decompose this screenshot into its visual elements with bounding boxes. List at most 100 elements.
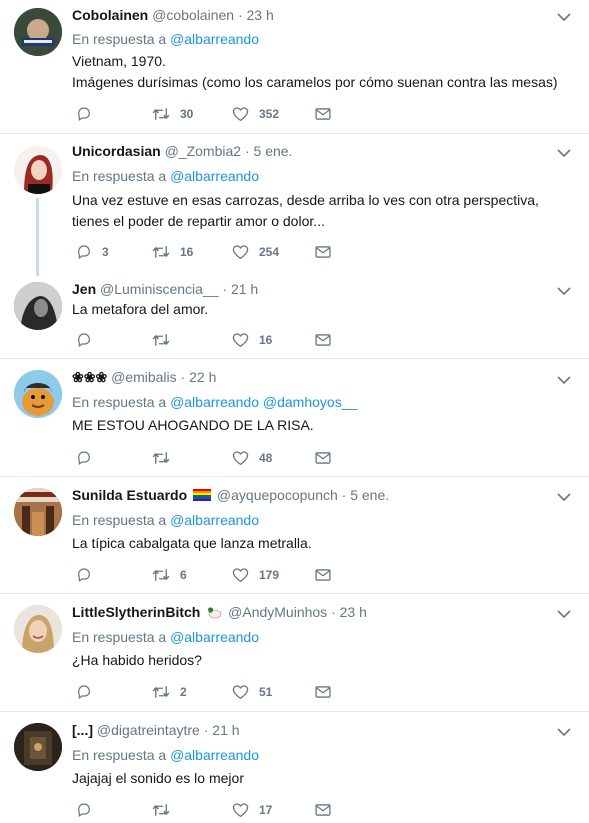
retweet-button[interactable]: 16 xyxy=(152,242,193,262)
display-name[interactable]: Sunilda Estuardo xyxy=(72,487,187,503)
mention-link[interactable]: @albarreando xyxy=(170,394,259,410)
avatar[interactable] xyxy=(14,370,62,418)
direct-message-button[interactable] xyxy=(315,448,331,468)
direct-message-button[interactable] xyxy=(315,682,331,702)
retweet-count: 16 xyxy=(180,245,194,259)
tweet-text: Vietnam, 1970. Imágenes durísimas (como … xyxy=(72,51,558,93)
chevron-down-icon[interactable] xyxy=(557,492,571,502)
retweet-icon xyxy=(152,569,170,581)
username[interactable]: @Luminiscencia__ xyxy=(100,281,219,297)
retweet-button[interactable]: 30 xyxy=(152,104,193,124)
username[interactable]: @emibalis xyxy=(111,369,177,385)
reply-button[interactable] xyxy=(76,565,102,585)
display-name[interactable]: ❀❀❀ xyxy=(72,369,107,385)
tweet-text-line: Vietnam, 1970. xyxy=(72,53,166,69)
reply-button[interactable] xyxy=(76,448,102,468)
timestamp[interactable]: 23 h xyxy=(247,7,274,23)
mention-link[interactable]: @albarreando xyxy=(170,168,259,184)
mention-link[interactable]: @albarreando xyxy=(170,629,259,645)
avatar[interactable] xyxy=(14,282,62,330)
display-name[interactable]: Unicordasian xyxy=(72,143,161,159)
mention-link[interactable]: @albarreando xyxy=(170,31,259,47)
like-count: 48 xyxy=(259,451,273,465)
display-name[interactable]: Jen xyxy=(72,281,96,297)
tweet-jen[interactable]: Jen @Luminiscencia__ · 21 h La metafora … xyxy=(0,274,589,358)
reply-button[interactable] xyxy=(76,682,102,702)
username[interactable]: @_Zombia2 xyxy=(165,143,241,159)
reply-icon xyxy=(78,803,90,817)
tweet-cobolainen[interactable]: Cobolainen @cobolainen · 23 h En respues… xyxy=(0,0,589,133)
reply-icon xyxy=(78,333,90,347)
reply-button[interactable] xyxy=(76,330,102,350)
mention-link[interactable]: @albarreando xyxy=(170,512,259,528)
tweet-text-line: tienes el poder de repartir amor o dolor… xyxy=(72,213,325,229)
chevron-down-icon[interactable] xyxy=(557,727,571,737)
retweet-button[interactable]: 6 xyxy=(152,565,187,585)
like-button[interactable]: 17 xyxy=(232,800,272,820)
chevron-down-icon[interactable] xyxy=(557,148,571,158)
reply-icon xyxy=(78,245,90,259)
username[interactable]: @AndyMuinhos xyxy=(228,604,327,620)
avatar[interactable] xyxy=(14,723,62,771)
timestamp[interactable]: 21 h xyxy=(212,722,239,738)
like-button[interactable]: 179 xyxy=(232,565,279,585)
chevron-down-icon[interactable] xyxy=(557,286,571,296)
tweet-text-line: ¿Ha habido heridos? xyxy=(72,652,202,668)
chevron-down-icon[interactable] xyxy=(557,375,571,385)
avatar[interactable] xyxy=(14,605,62,653)
tweet-text-line: Una vez estuve en esas carrozas, desde a… xyxy=(72,192,539,208)
timestamp[interactable]: 5 ene. xyxy=(254,143,293,159)
like-button[interactable]: 254 xyxy=(232,242,279,262)
display-name[interactable]: [...] xyxy=(72,722,93,738)
direct-message-button[interactable] xyxy=(315,565,331,585)
like-button[interactable]: 16 xyxy=(232,330,272,350)
timestamp[interactable]: 23 h xyxy=(340,604,367,620)
retweet-button[interactable] xyxy=(152,330,180,350)
timestamp[interactable]: 22 h xyxy=(189,369,216,385)
mention-link[interactable]: @albarreando xyxy=(170,747,259,763)
reply-icon xyxy=(78,685,90,699)
tweet-littleslytherinbitch[interactable]: LittleSlytherinBitch @AndyMuinhos · 23 h… xyxy=(0,594,589,711)
retweet-button[interactable] xyxy=(152,800,180,820)
like-button[interactable]: 51 xyxy=(232,682,272,702)
retweet-button[interactable]: 2 xyxy=(152,682,187,702)
heart-icon xyxy=(232,107,249,122)
tweet-emibalis[interactable]: ❀❀❀ @emibalis · 22 h En respuesta a @alb… xyxy=(0,359,589,476)
direct-message-button[interactable] xyxy=(315,242,331,262)
reply-button[interactable]: 3 xyxy=(76,242,109,262)
direct-message-button[interactable] xyxy=(315,330,331,350)
like-button[interactable]: 352 xyxy=(232,104,279,124)
tweet-header: Unicordasian @_Zombia2 · 5 ene. xyxy=(72,142,292,160)
username[interactable]: @ayquepocopunch xyxy=(217,487,338,503)
reply-button[interactable] xyxy=(76,104,102,124)
separator: · xyxy=(222,281,228,297)
username[interactable]: @cobolainen xyxy=(152,7,234,23)
retweet-icon xyxy=(152,108,170,120)
retweet-button[interactable] xyxy=(152,448,180,468)
reply-context: En respuesta a @albarreando xyxy=(72,30,259,48)
tweet-text: ¿Ha habido heridos? xyxy=(72,650,202,671)
heart-icon xyxy=(232,803,249,818)
timestamp[interactable]: 5 ene. xyxy=(350,487,389,503)
reply-button[interactable] xyxy=(76,800,102,820)
display-name[interactable]: LittleSlytherinBitch xyxy=(72,604,200,620)
tweet-sunilda-estuardo[interactable]: Sunilda Estuardo @ayquepocopunch · 5 ene… xyxy=(0,477,589,593)
chevron-down-icon[interactable] xyxy=(557,609,571,619)
tweet-digatreintaytre[interactable]: [...] @digatreintaytre · 21 h En respues… xyxy=(0,712,589,823)
reply-prefix: En respuesta a xyxy=(72,629,167,645)
heart-icon xyxy=(232,245,249,260)
reply-prefix: En respuesta a xyxy=(72,512,167,528)
tweet-unicordasian[interactable]: Unicordasian @_Zombia2 · 5 ene. En respu… xyxy=(0,134,589,276)
avatar[interactable] xyxy=(14,146,62,194)
avatar[interactable] xyxy=(14,488,62,536)
avatar[interactable] xyxy=(14,8,62,56)
timestamp[interactable]: 21 h xyxy=(231,281,258,297)
mention-link[interactable]: @damhoyos__ xyxy=(263,394,357,410)
chevron-down-icon[interactable] xyxy=(557,12,571,22)
retweet-icon xyxy=(152,804,170,816)
direct-message-button[interactable] xyxy=(315,800,331,820)
direct-message-button[interactable] xyxy=(315,104,331,124)
display-name[interactable]: Cobolainen xyxy=(72,7,148,23)
like-button[interactable]: 48 xyxy=(232,448,272,468)
username[interactable]: @digatreintaytre xyxy=(97,722,200,738)
